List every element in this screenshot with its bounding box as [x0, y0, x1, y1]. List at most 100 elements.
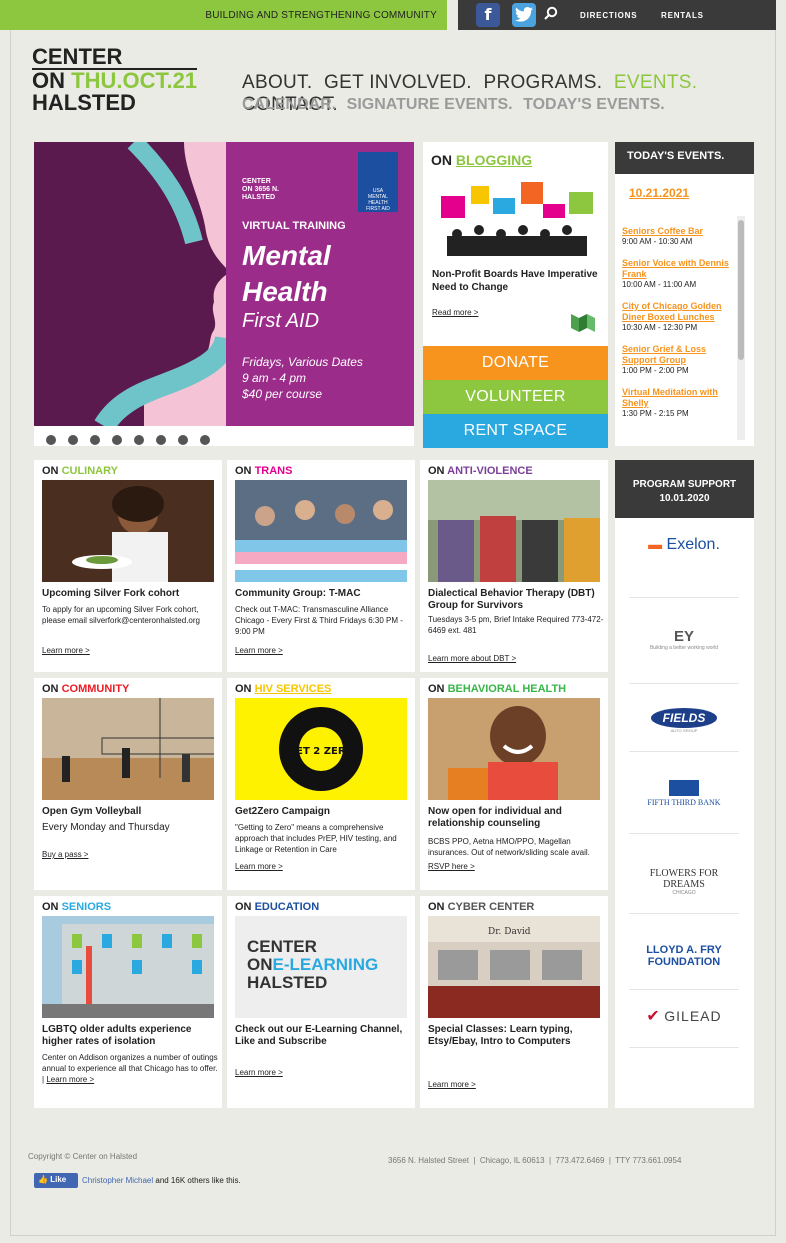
sponsor-ey[interactable]: EY Building a better working world: [629, 616, 739, 684]
card-link[interactable]: Learn more >: [235, 646, 283, 655]
event-time: 10:00 AM - 11:00 AM: [622, 280, 697, 289]
card-link[interactable]: Learn more about DBT >: [428, 654, 516, 663]
slider-dot[interactable]: [112, 435, 122, 445]
slider-dot[interactable]: [200, 435, 210, 445]
card-keyword[interactable]: BEHAVIORAL HEALTH: [448, 683, 567, 695]
sponsor-tagline: CHICAGO: [672, 890, 696, 896]
nav-programs[interactable]: PROGRAMS.: [483, 72, 602, 93]
liker-name[interactable]: Christopher Michael: [82, 1176, 153, 1185]
event-time: 9:00 AM - 10:30 AM: [622, 237, 693, 246]
subnav-todays-events[interactable]: TODAY'S EVENTS.: [523, 96, 665, 113]
blog-keyword[interactable]: BLOGGING: [456, 152, 532, 168]
nav-get-involved[interactable]: GET INVOLVED.: [324, 72, 472, 93]
program-support-header: PROGRAM SUPPORT 10.01.2020: [615, 460, 754, 518]
sponsor-fifth-third[interactable]: FIFTH THIRD BANK: [629, 768, 739, 834]
nav-events[interactable]: EVENTS.: [614, 72, 697, 93]
event-title[interactable]: Virtual Meditation with Shelly: [622, 387, 732, 409]
card-link[interactable]: RSVP here >: [428, 862, 475, 871]
blog-title[interactable]: Non-Profit Boards Have Imperative Need t…: [432, 268, 602, 294]
elearning-line1: CENTER: [247, 937, 317, 956]
event-item: Seniors Coffee Bar 9:00 AM - 10:30 AM: [622, 226, 732, 247]
sponsor-exelon[interactable]: ▬ Exelon.: [629, 536, 739, 598]
scrollbar-thumb[interactable]: [738, 220, 744, 360]
get2zero-graphic[interactable]: GET 2 ZERO: [235, 698, 407, 800]
slider-dot[interactable]: [156, 435, 166, 445]
event-title[interactable]: City of Chicago Golden Diner Boxed Lunch…: [622, 301, 732, 323]
card-keyword[interactable]: CULINARY: [62, 465, 118, 477]
event-title[interactable]: Senior Voice with Dennis Frank: [622, 258, 732, 280]
slider-dot[interactable]: [90, 435, 100, 445]
card-link[interactable]: Learn more >: [46, 1075, 94, 1084]
hero-slider[interactable]: CENTER ON 3656 N. HALSTED USA MENTAL HEA…: [34, 142, 414, 446]
sponsor-lloyd-fry[interactable]: LLOYD A. FRY FOUNDATION: [629, 932, 739, 990]
twitter-icon[interactable]: [512, 3, 536, 27]
card-title[interactable]: Check out our E-Learning Channel, Like a…: [235, 1024, 411, 1048]
card-keyword[interactable]: HIV SERVICES: [255, 683, 332, 695]
card-keyword[interactable]: ANTI-VIOLENCE: [447, 465, 533, 477]
program-support-panel: PROGRAM SUPPORT 10.01.2020 ▬ Exelon. EY B…: [615, 460, 754, 1108]
site-logo[interactable]: CENTER ON THU.OCT.21 HALSTED: [32, 46, 198, 114]
seniors-photo[interactable]: [42, 916, 214, 1018]
anti-violence-photo[interactable]: [428, 480, 600, 582]
card-seniors: ON SENIORS LGBTQ older adults experience…: [34, 896, 222, 1108]
hero-title: Mental Health: [242, 238, 402, 310]
culinary-photo[interactable]: [42, 480, 214, 582]
card-title[interactable]: LGBTQ older adults experience higher rat…: [42, 1024, 218, 1048]
card-title[interactable]: Dialectical Behavior Therapy (DBT) Group…: [428, 588, 604, 612]
event-item: Virtual Meditation with Shelly 1:30 PM - …: [622, 387, 732, 419]
subnav-calendar[interactable]: CALENDAR.: [242, 96, 336, 113]
sponsor-tagline: AUTO GROUP: [670, 728, 698, 733]
card-link[interactable]: Learn more >: [428, 1080, 476, 1089]
card-link[interactable]: Learn more >: [42, 646, 90, 655]
nav-about[interactable]: ABOUT.: [242, 72, 312, 93]
on-label: ON: [431, 152, 456, 168]
blog-read-more[interactable]: Read more >: [432, 308, 478, 317]
card-title[interactable]: Special Classes: Learn typing, Etsy/Ebay…: [428, 1024, 604, 1048]
card-link[interactable]: Learn more >: [235, 862, 283, 871]
sponsor-name: FIFTH THIRD BANK: [647, 798, 721, 807]
event-title[interactable]: Seniors Coffee Bar: [622, 226, 732, 237]
rentals-link[interactable]: RENTALS: [661, 11, 704, 20]
directions-link[interactable]: DIRECTIONS: [580, 11, 637, 20]
card-keyword[interactable]: COMMUNITY: [62, 683, 130, 695]
card-link[interactable]: Buy a pass >: [42, 850, 88, 859]
hero-image[interactable]: CENTER ON 3656 N. HALSTED USA MENTAL HEA…: [34, 142, 414, 426]
card-title[interactable]: Community Group: T-MAC: [235, 588, 411, 600]
behavioral-health-photo[interactable]: [428, 698, 600, 800]
blog-card: ON BLOGGING Non-Profit Boards Have Imper…: [423, 142, 608, 346]
card-keyword[interactable]: SENIORS: [62, 901, 112, 913]
event-title[interactable]: Senior Grief & Loss Support Group: [622, 344, 732, 366]
card-body: "Getting to Zero" means a comprehensive …: [235, 823, 397, 854]
sponsor-gilead[interactable]: ✔ GILEAD: [629, 1006, 739, 1048]
slider-dot[interactable]: [134, 435, 144, 445]
facebook-like-button[interactable]: 👍 Like: [34, 1173, 78, 1188]
community-photo[interactable]: [42, 698, 214, 800]
events-scrollbar[interactable]: [737, 216, 745, 440]
subnav-signature-events[interactable]: SIGNATURE EVENTS.: [347, 96, 513, 113]
rent-space-button[interactable]: RENT SPACE: [423, 414, 608, 448]
sponsor-name: EY: [673, 628, 694, 645]
todays-date[interactable]: 10.21.2021: [629, 186, 689, 200]
sponsor-fields[interactable]: FIELDS AUTO GROUP: [629, 700, 739, 752]
card-link[interactable]: Learn more >: [235, 1068, 283, 1077]
card-keyword[interactable]: EDUCATION: [255, 901, 320, 913]
sponsor-name: GILEAD: [664, 1008, 722, 1024]
card-title[interactable]: Open Gym Volleyball: [42, 806, 218, 818]
donate-button[interactable]: DONATE: [423, 346, 608, 380]
card-keyword[interactable]: CYBER CENTER: [448, 901, 535, 913]
slider-dot[interactable]: [178, 435, 188, 445]
card-title[interactable]: Upcoming Silver Fork cohort: [42, 588, 218, 600]
cyber-center-photo[interactable]: Dr. David: [428, 916, 600, 1018]
card-keyword[interactable]: TRANS: [255, 465, 293, 477]
search-icon[interactable]: [544, 6, 558, 20]
slider-dot[interactable]: [46, 435, 56, 445]
card-title[interactable]: Now open for individual and relationship…: [428, 806, 604, 830]
medium-icon[interactable]: [571, 312, 595, 332]
slider-dot[interactable]: [68, 435, 78, 445]
e-learning-graphic[interactable]: CENTER ONE-LEARNING HALSTED: [235, 916, 407, 1018]
card-title[interactable]: Get2Zero Campaign: [235, 806, 411, 818]
trans-photo[interactable]: [235, 480, 407, 582]
volunteer-button[interactable]: VOLUNTEER: [423, 380, 608, 414]
sponsor-flowers-for-dreams[interactable]: FLOWERS FOR DREAMS CHICAGO: [629, 852, 739, 914]
facebook-icon[interactable]: f: [476, 3, 500, 27]
